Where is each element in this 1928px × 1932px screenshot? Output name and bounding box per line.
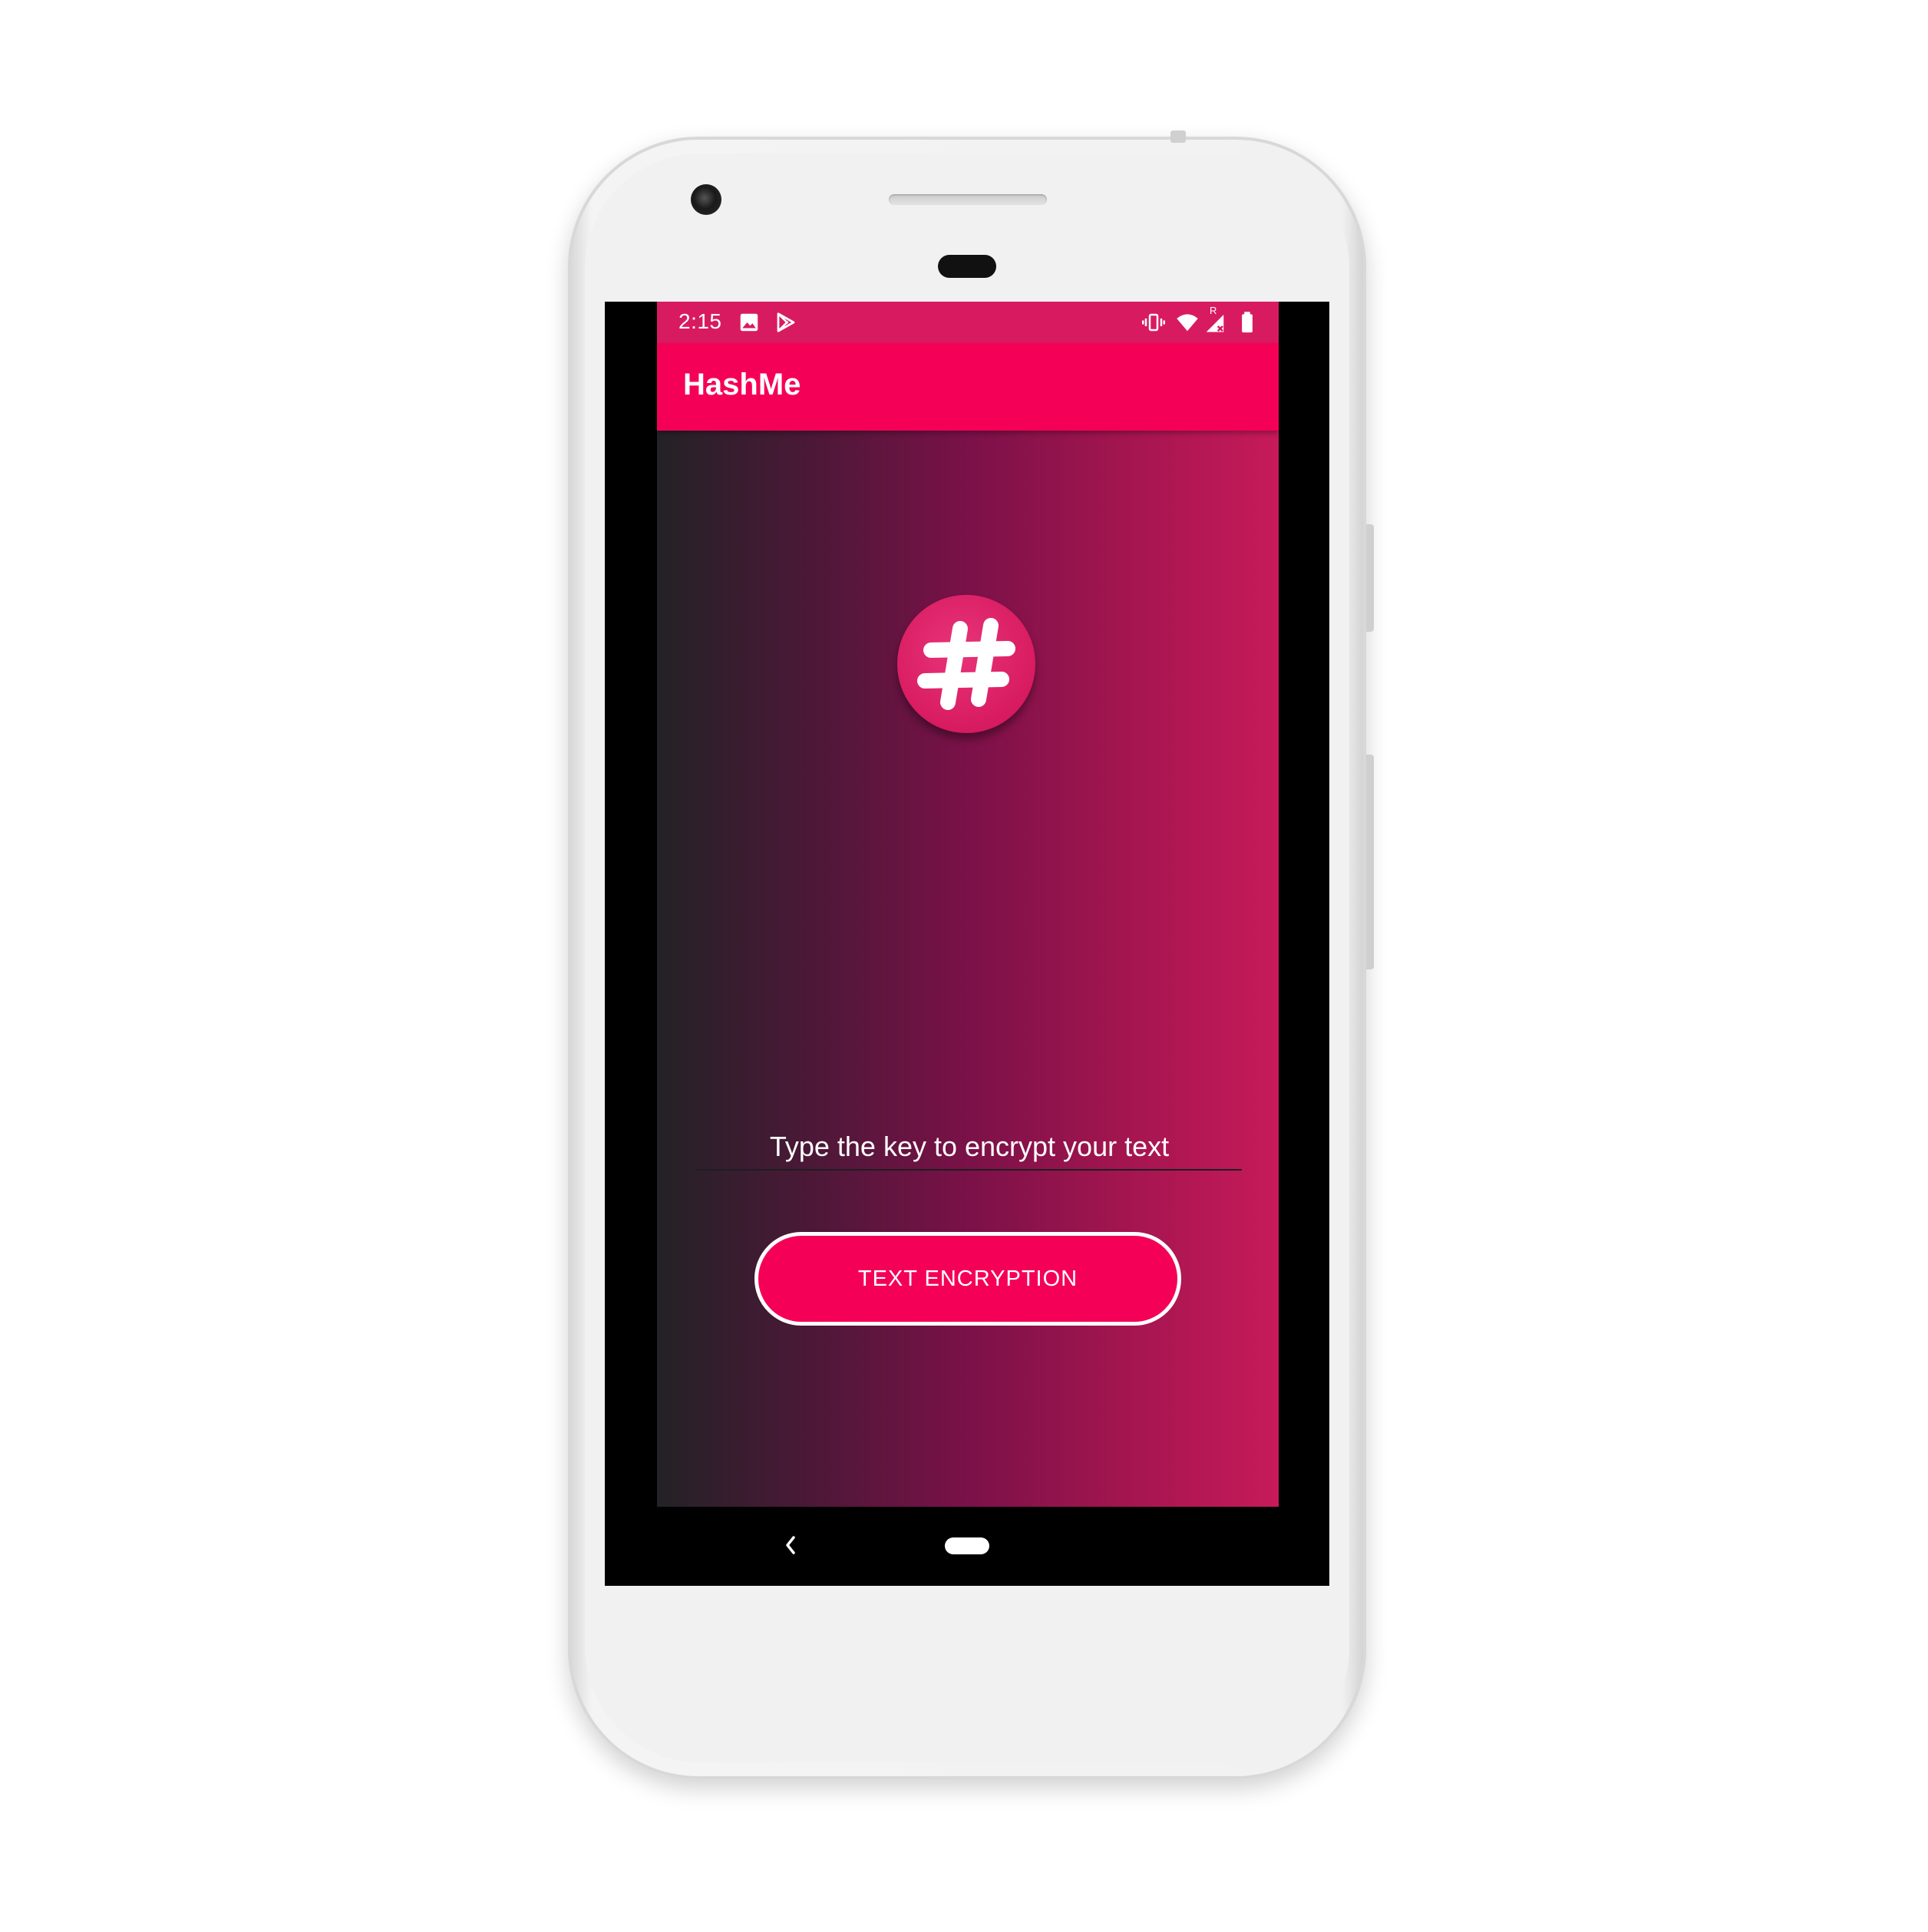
proximity-sensor [938,255,996,278]
front-camera-icon [691,184,721,215]
hash-icon [897,595,1035,733]
system-nav-bar [605,1507,1329,1586]
hash-glyph [917,618,1015,710]
volume-button [1366,755,1374,969]
vibrate-icon [1142,313,1165,332]
encryption-key-input[interactable] [697,1125,1242,1171]
image-icon [740,313,758,332]
text-encryption-button[interactable]: TEXT ENCRYPTION [754,1232,1181,1326]
app-title: HashMe [683,368,801,401]
app-toolbar: HashMe [657,343,1279,431]
phone-screen: 2:15 R HashMe Type the key to encrypt yo… [605,302,1329,1586]
back-chevron-icon[interactable] [780,1528,803,1562]
app-window: 2:15 R HashMe Type the key to encrypt yo… [657,302,1279,1507]
play-store-icon [777,312,795,332]
roaming-indicator: R [1210,305,1217,316]
main-content: TEXT ENCRYPTION [657,431,1279,1507]
earpiece-speaker [889,194,1047,205]
battery-icon [1242,312,1253,333]
phone-frame: 2:15 R HashMe Type the key to encrypt yo… [568,130,1374,1779]
status-bar: 2:15 R [657,302,1279,343]
wifi-icon [1177,314,1198,332]
phone-top-notch [1170,130,1186,143]
power-button [1366,524,1374,632]
status-time: 2:15 [678,309,722,333]
home-pill-icon[interactable] [945,1537,989,1554]
device-mockup-stage: 2:15 R HashMe Type the key to encrypt yo… [0,0,1928,1932]
